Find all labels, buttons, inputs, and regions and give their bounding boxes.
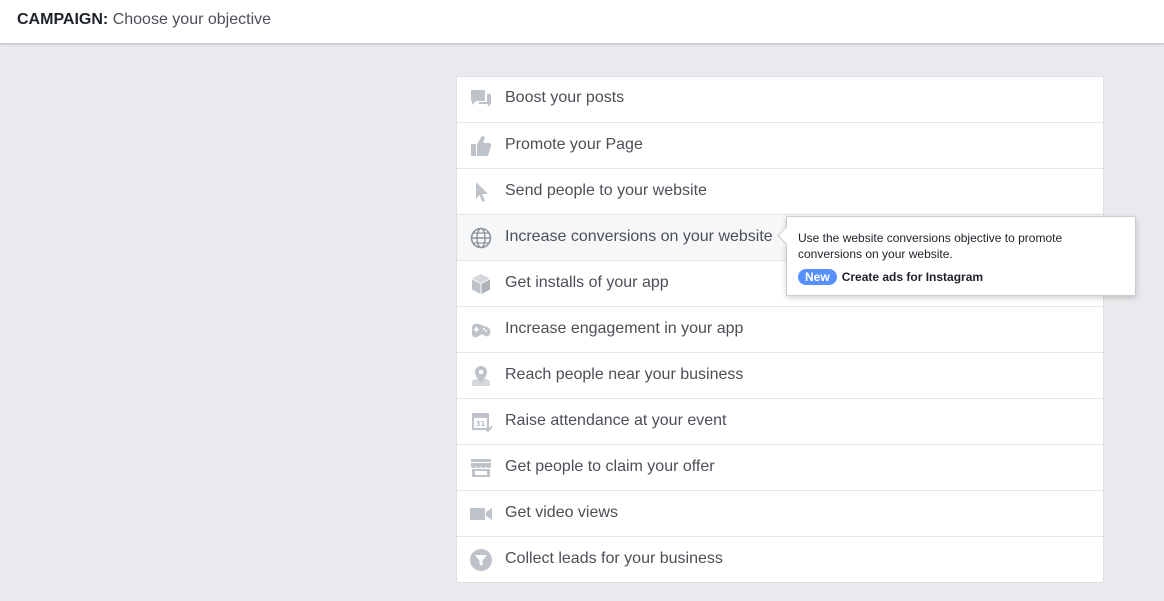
calendar-icon: 31 bbox=[469, 410, 493, 434]
svg-text:31: 31 bbox=[476, 420, 486, 428]
gamepad-icon bbox=[469, 318, 493, 342]
objective-label: Increase conversions on your website bbox=[505, 228, 773, 245]
create-instagram-ads-link[interactable]: Create ads for Instagram bbox=[842, 270, 983, 284]
page-title: CAMPAIGN: Choose your objective bbox=[17, 11, 271, 29]
funnel-icon bbox=[469, 548, 493, 572]
objective-app-engagement[interactable]: Increase engagement in your app bbox=[457, 306, 1103, 352]
objective-event-attendance[interactable]: 31 Raise attendance at your event bbox=[457, 398, 1103, 444]
objective-tooltip: Use the website conversions objective to… bbox=[777, 216, 1136, 296]
campaign-label: CAMPAIGN: bbox=[17, 11, 109, 28]
objective-list: Boost your posts Promote your Page Send … bbox=[456, 76, 1104, 583]
objective-boost-posts[interactable]: Boost your posts bbox=[457, 77, 1103, 122]
top-bar: CAMPAIGN: Choose your objective bbox=[0, 0, 1164, 44]
objective-label: Increase engagement in your app bbox=[505, 320, 744, 337]
storefront-icon bbox=[469, 456, 493, 480]
objective-video-views[interactable]: Get video views bbox=[457, 490, 1103, 536]
objective-promote-page[interactable]: Promote your Page bbox=[457, 122, 1103, 168]
objective-label: Get installs of your app bbox=[505, 274, 669, 291]
objective-claim-offer[interactable]: Get people to claim your offer bbox=[457, 444, 1103, 490]
tooltip-description: Use the website conversions objective to… bbox=[798, 231, 1063, 261]
objective-reach-nearby[interactable]: Reach people near your business bbox=[457, 352, 1103, 398]
objective-collect-leads[interactable]: Collect leads for your business bbox=[457, 536, 1103, 582]
campaign-subtitle: Choose your objective bbox=[112, 11, 272, 28]
objective-label: Send people to your website bbox=[505, 182, 707, 199]
objective-label: Promote your Page bbox=[505, 136, 643, 153]
tooltip-instagram-row: New Create ads for Instagram bbox=[798, 269, 983, 285]
new-badge: New bbox=[798, 269, 837, 285]
map-pin-icon bbox=[469, 364, 493, 388]
objective-label: Reach people near your business bbox=[505, 366, 744, 383]
objective-label: Collect leads for your business bbox=[505, 550, 723, 567]
globe-icon bbox=[469, 226, 493, 250]
box-icon bbox=[469, 272, 493, 296]
video-camera-icon bbox=[469, 502, 493, 526]
chat-bubbles-icon bbox=[469, 87, 493, 111]
objective-send-to-website[interactable]: Send people to your website bbox=[457, 168, 1103, 214]
thumbs-up-icon bbox=[469, 134, 493, 158]
cursor-icon bbox=[469, 180, 493, 204]
objective-label: Boost your posts bbox=[505, 89, 625, 106]
objective-label: Raise attendance at your event bbox=[505, 412, 727, 429]
objective-label: Get video views bbox=[505, 504, 618, 521]
objective-label: Get people to claim your offer bbox=[505, 458, 715, 475]
